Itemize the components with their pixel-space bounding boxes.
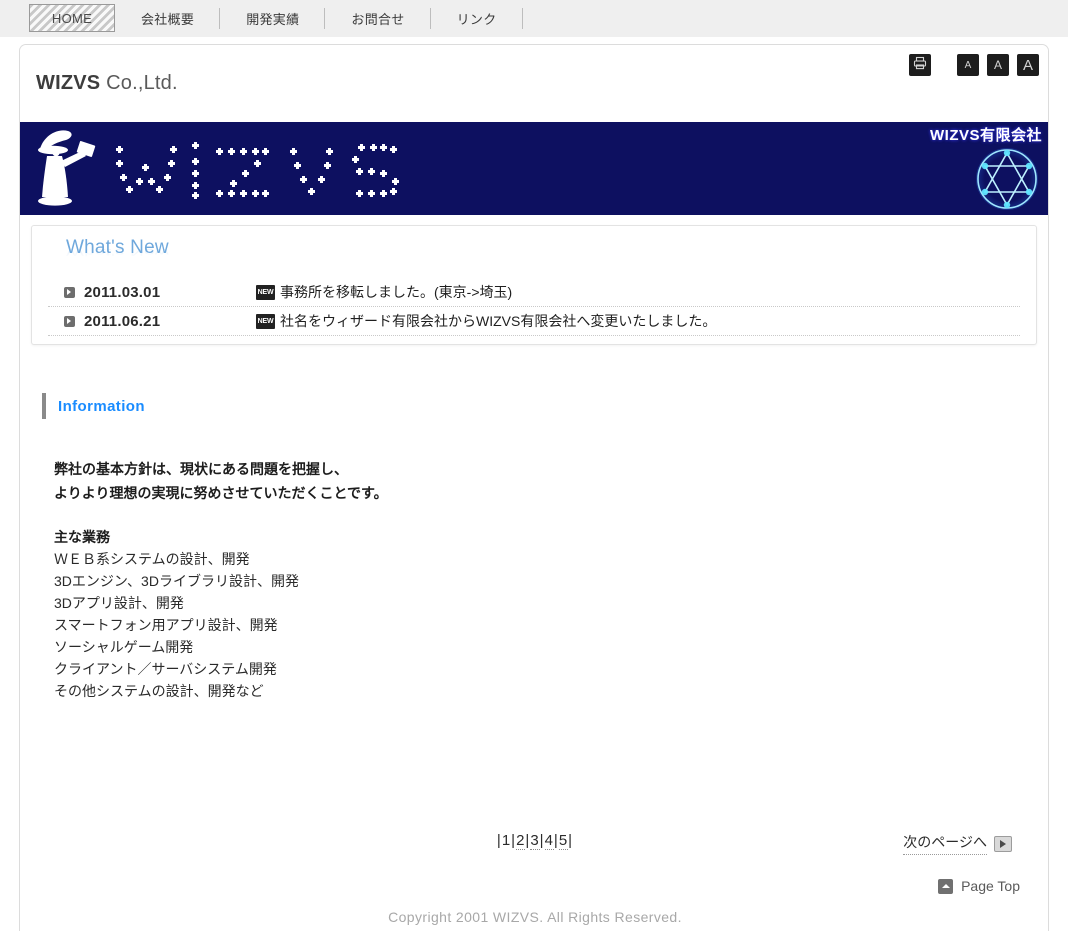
pagination-page-3[interactable]: 3 [530,832,540,850]
nav-tab-contact[interactable]: お問合せ [325,0,431,37]
nav-tab-works[interactable]: 開発実績 [220,0,326,37]
corporate-name: WIZVS有限会社 [930,127,1042,144]
services-list: ＷＥＢ系システムの設計、開発 3Dエンジン、3Dライブラリ設計、開発 3Dアプリ… [54,548,1048,702]
list-item: ＷＥＢ系システムの設計、開発 [54,551,250,567]
nav-tab-contact-label: お問合せ [351,12,405,27]
nav-tab-home[interactable]: HOME [29,4,115,32]
copyright-text: Copyright 2001 WIZVS. All Rights Reserve… [388,909,682,925]
whats-new-section: What's New What's New 2011.03.01 NEW 事務所… [20,215,1048,345]
wizard-mascot-icon [34,125,96,215]
news-date: 2011.06.21 [84,312,161,330]
nav-left-pad [0,0,29,37]
bullet-arrow-icon [64,286,75,298]
nav-tab-works-label: 開発実績 [246,12,300,27]
arrow-right-icon[interactable] [994,835,1012,852]
whats-new-title-text: What's New [66,237,169,258]
heading-accent-bar [42,393,46,419]
services-heading: 主な業務 [54,529,110,545]
site-banner: WIZVS有限会社 [20,122,1048,215]
font-size-small-button[interactable]: A [957,54,979,76]
list-item: ソーシャルゲーム開発 [54,639,194,655]
nav-divider [521,8,523,29]
information-title: Information [58,397,145,415]
page-container: WIZVS Co.,Ltd. A A A WIZVS有限会社 What's Ne… [19,44,1049,931]
nav-tab-links-label: リンク [456,12,497,27]
information-body: 弊社の基本方針は、現状にある問題を把握し、 よりより理想の実現に努めさせていただ… [54,457,1048,702]
brand-name: WIZVS [36,72,101,94]
whats-new-title: What's New What's New [66,237,1020,271]
banner-inner: WIZVS有限会社 [20,122,1048,215]
whats-new-title-reflection: What's New [66,246,169,258]
print-button[interactable] [909,54,931,76]
list-item: 3Dアプリ設計、開発 [54,595,184,611]
next-page-link[interactable]: 次のページへ [903,832,1012,855]
pagination-page-5[interactable]: 5 [558,832,569,850]
list-item: その他システムの設計、開発など [54,683,264,699]
list-item: クライアント／サーバシステム開発 [54,661,277,677]
pagination: |1|2|3|4|5| [20,832,1048,850]
page-top-label: Page Top [961,878,1020,894]
letter-a-icon: A [964,59,972,71]
header-tools: A A A [909,54,1039,76]
information-heading: Information [42,393,1048,419]
pagination-page-4[interactable]: 4 [544,832,554,850]
pagination-separator: | [568,832,574,849]
printer-icon [913,56,927,75]
pagination-separator: | [539,832,545,849]
news-date: 2011.03.01 [84,283,161,301]
table-row[interactable]: 2011.06.21 NEW 社名をウィザード有限会社からWIZVS有限会社へ変… [48,307,1020,336]
wizvs-dot-logo [112,136,417,213]
news-text: 事務所を移転しました。(東京->埼玉) [280,284,513,300]
table-row[interactable]: 2011.03.01 NEW 事務所を移転しました。(東京->埼玉) [48,278,1020,307]
policy-line-1: 弊社の基本方針は、現状にある問題を把握し、 [54,461,348,477]
policy-line-2: よりより理想の実現に努めさせていただくことです。 [54,485,388,501]
nav-tab-company-label: 会社概要 [141,12,195,27]
new-badge-icon: NEW [256,313,275,329]
font-size-medium-button[interactable]: A [987,54,1009,76]
primary-navigation: HOME 会社概要 開発実績 お問合せ リンク [0,0,1068,37]
letter-a-icon: A [1022,56,1033,74]
list-item: 3Dエンジン、3Dライブラリ設計、開発 [54,573,299,589]
news-text: 社名をウィザード有限会社からWIZVS有限会社へ変更いたしました。 [280,313,717,329]
list-item: スマートフォン用アプリ設計、開発 [54,617,278,633]
brand-suffix: Co.,Ltd. [100,72,178,94]
site-header: WIZVS Co.,Ltd. A A A [20,45,1048,122]
nav-tab-company[interactable]: 会社概要 [115,0,221,37]
arrow-up-icon [938,878,954,894]
letter-a-icon: A [993,58,1002,72]
next-page-label: 次のページへ [903,832,987,855]
bullet-arrow-icon [64,315,75,327]
nav-tab-links[interactable]: リンク [431,0,523,37]
site-brand: WIZVS Co.,Ltd. [36,72,178,95]
pagination-page-1[interactable]: 1 [502,832,511,849]
whats-new-card: What's New What's New 2011.03.01 NEW 事務所… [31,225,1037,345]
nav-tab-home-label: HOME [51,10,93,26]
hexagram-logo-icon [974,146,1040,215]
new-badge-icon: NEW [256,284,275,300]
font-size-large-button[interactable]: A [1017,54,1039,76]
page-top-link[interactable]: Page Top [938,878,1020,894]
